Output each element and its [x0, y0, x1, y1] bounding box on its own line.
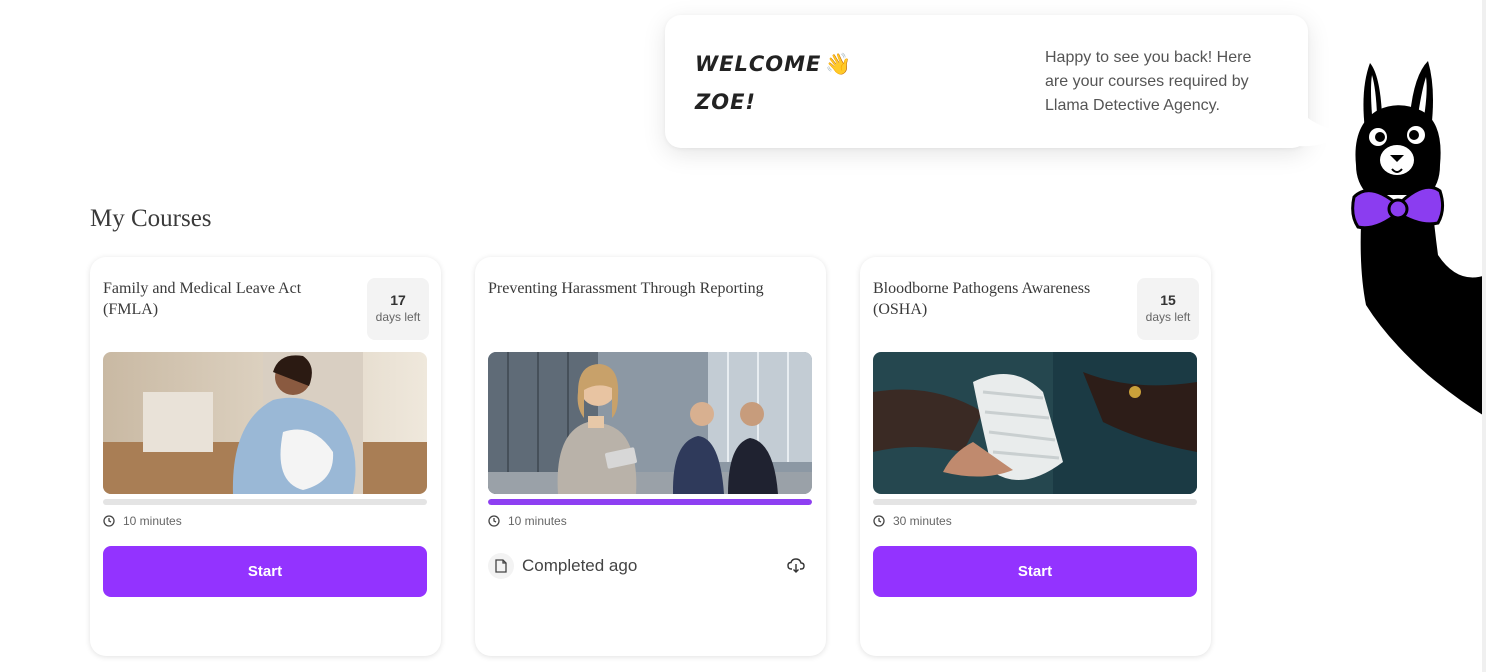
course-duration: 10 minutes — [103, 514, 182, 528]
llama-mascot-icon — [1351, 61, 1486, 417]
days-left-label: days left — [1145, 310, 1191, 324]
days-left-label: days left — [375, 310, 421, 324]
course-progress-bar — [873, 499, 1197, 505]
start-course-button[interactable]: Start — [103, 546, 427, 597]
my-courses-heading: My Courses — [90, 205, 212, 232]
course-duration: 30 minutes — [873, 514, 952, 528]
course-progress-bar — [488, 499, 812, 505]
scrollbar[interactable] — [1482, 0, 1486, 672]
harassment-course-image — [488, 352, 812, 494]
cloud-download-icon — [787, 558, 805, 573]
course-title: Bloodborne Pathogens Awareness (OSHA) — [873, 280, 1091, 318]
clock-icon — [873, 515, 885, 527]
welcome-message: Happy to see you back! Here are your cou… — [1045, 49, 1252, 114]
course-thumbnail[interactable] — [103, 352, 427, 494]
course-progress-fill — [488, 499, 812, 505]
bloodborne-course-image — [873, 352, 1197, 494]
welcome-user-name: ZOE! — [695, 90, 757, 114]
course-duration-text: 10 minutes — [123, 514, 182, 528]
course-title: Preventing Harassment Through Reporting — [488, 280, 764, 297]
course-duration-text: 30 minutes — [893, 514, 952, 528]
course-card[interactable]: Family and Medical Leave Act (FMLA) 17 d… — [90, 257, 441, 656]
download-certificate-button[interactable] — [786, 556, 806, 576]
waving-hand-icon: 👋 — [825, 52, 853, 76]
days-left-count: 17 — [390, 292, 406, 308]
days-left-count: 15 — [1160, 292, 1176, 308]
course-thumbnail[interactable] — [873, 352, 1197, 494]
days-left-badge: 15 days left — [1137, 278, 1199, 340]
completion-status: Completed ago — [488, 553, 812, 579]
welcome-title: WELCOME — [695, 52, 822, 76]
days-left-badge: 17 days left — [367, 278, 429, 340]
document-icon — [488, 553, 514, 579]
start-course-button[interactable]: Start — [873, 546, 1197, 597]
welcome-heading: WELCOME 👋 ZOE! — [695, 45, 855, 121]
course-progress-bar — [103, 499, 427, 505]
course-card[interactable]: Preventing Harassment Through Reporting … — [475, 257, 826, 656]
fmla-course-image — [103, 352, 427, 494]
completed-text: Completed ago — [522, 556, 638, 575]
speech-bubble-tail — [1296, 118, 1348, 147]
course-title: Family and Medical Leave Act (FMLA) — [103, 280, 302, 318]
course-thumbnail[interactable] — [488, 352, 812, 494]
course-card[interactable]: Bloodborne Pathogens Awareness (OSHA) 15… — [860, 257, 1211, 656]
clock-icon — [488, 515, 500, 527]
welcome-card: WELCOME 👋 ZOE! Happy to see you back! Her… — [665, 15, 1308, 148]
course-duration: 10 minutes — [488, 514, 567, 528]
course-duration-text: 10 minutes — [508, 514, 567, 528]
clock-icon — [103, 515, 115, 527]
